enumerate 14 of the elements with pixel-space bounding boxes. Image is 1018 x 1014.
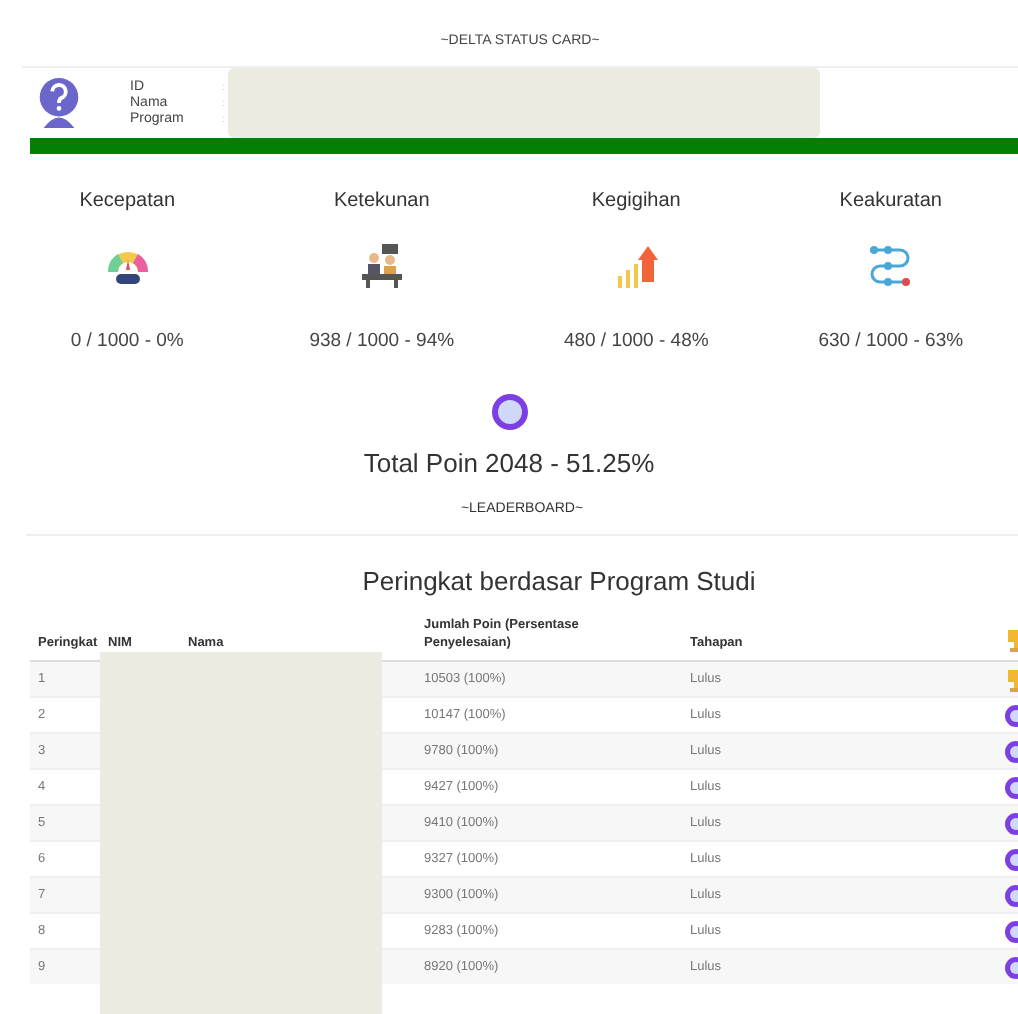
total-points: Total Poin 2048 - 51.25% xyxy=(361,448,657,478)
stat-label: Kecepatan xyxy=(79,190,176,216)
desk-meeting-icon xyxy=(357,242,406,290)
stat-value: 0 / 1000 - 0% xyxy=(70,330,184,352)
stat-label: Ketekunan xyxy=(333,190,430,216)
stat-label: Kegigihan xyxy=(591,190,681,216)
stat-value: 480 / 1000 - 48% xyxy=(563,330,709,352)
growth-chart-icon xyxy=(612,242,661,290)
stat-value: 938 / 1000 - 94% xyxy=(309,330,455,352)
badge-icon xyxy=(489,392,529,432)
route-path-icon xyxy=(866,242,915,290)
stat-value: 630 / 1000 - 63% xyxy=(818,330,964,352)
table-title: Peringkat berdasar Program Studi xyxy=(360,566,758,596)
stat-label: Keakuratan xyxy=(839,190,942,216)
